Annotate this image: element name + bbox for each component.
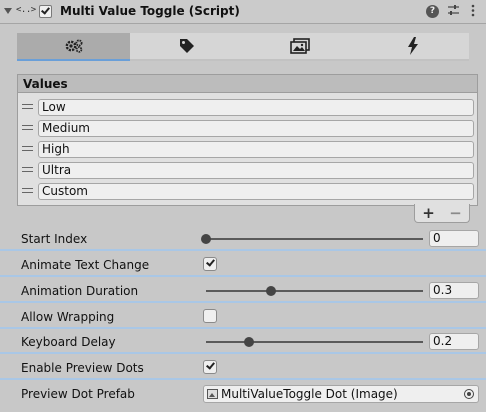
checkmark-icon [206, 257, 215, 267]
preview-dot-prefab-field[interactable]: MultiValueToggle Dot (Image) [203, 385, 479, 403]
prop-enable-preview-dots: Enable Preview Dots [0, 356, 486, 380]
values-list: Values Low Medium High Ultra Custom [17, 74, 478, 206]
tab-settings[interactable] [17, 33, 130, 61]
keyboard-delay-slider-track[interactable] [206, 341, 423, 343]
prop-allow-wrapping: Allow Wrapping [0, 305, 486, 329]
list-item: Medium [18, 118, 477, 139]
keyboard-delay-field[interactable]: 0.2 [429, 333, 479, 350]
tag-icon [179, 39, 194, 53]
tab-images[interactable] [243, 33, 356, 61]
animation-duration-slider-thumb[interactable] [266, 286, 277, 296]
row-separator [0, 378, 486, 380]
keyboard-delay-label: Keyboard Delay [21, 335, 116, 349]
preview-dot-prefab-label: Preview Dot Prefab [21, 387, 135, 401]
component-header: <..> Multi Value Toggle (Script) ? [0, 0, 486, 24]
values-list-header[interactable]: Values [18, 75, 477, 93]
inspector-tabs [17, 33, 469, 61]
drag-handle-icon[interactable] [22, 167, 33, 172]
lightning-icon [407, 37, 418, 55]
drag-handle-icon[interactable] [22, 146, 33, 151]
script-icon: <..> [16, 5, 36, 15]
row-separator [0, 275, 486, 277]
enable-preview-dots-checkbox[interactable] [203, 360, 217, 374]
component-title: Multi Value Toggle (Script) [60, 4, 240, 18]
value-field[interactable]: Medium [38, 120, 474, 137]
start-index-label: Start Index [21, 232, 88, 246]
drag-handle-icon[interactable] [22, 104, 33, 109]
animation-duration-label: Animation Duration [21, 284, 139, 298]
prop-start-index: Start Index 0 [0, 227, 486, 251]
row-separator [0, 327, 486, 329]
list-item: Low [18, 97, 477, 118]
images-icon [289, 38, 310, 54]
values-list-footer: + − [414, 204, 470, 223]
prop-animate-text-change: Animate Text Change [0, 253, 486, 277]
value-field[interactable]: Custom [38, 183, 474, 200]
preview-dot-prefab-value: MultiValueToggle Dot (Image) [221, 387, 398, 401]
drag-handle-icon[interactable] [22, 125, 33, 130]
tab-events[interactable] [356, 33, 469, 61]
allow-wrapping-label: Allow Wrapping [21, 310, 115, 324]
row-separator [0, 249, 486, 251]
list-item: Ultra [18, 160, 477, 181]
animate-text-change-checkbox[interactable] [203, 257, 217, 271]
animation-duration-field[interactable]: 0.3 [429, 282, 479, 299]
row-separator [0, 301, 486, 303]
list-item: High [18, 139, 477, 160]
animation-duration-slider-track[interactable] [206, 290, 423, 292]
drag-handle-icon[interactable] [22, 188, 33, 193]
row-separator [0, 352, 486, 354]
kebab-menu-icon[interactable] [466, 4, 480, 18]
animate-text-change-label: Animate Text Change [21, 258, 150, 272]
image-icon [207, 389, 218, 399]
allow-wrapping-checkbox[interactable] [203, 309, 217, 323]
list-item: Custom [18, 181, 477, 202]
gears-icon [65, 39, 82, 53]
prop-keyboard-delay: Keyboard Delay 0.2 [0, 330, 486, 354]
checkmark-icon [206, 360, 215, 370]
help-icon[interactable]: ? [426, 5, 439, 18]
value-field[interactable]: Low [38, 99, 474, 116]
tab-tag[interactable] [130, 33, 243, 61]
start-index-slider-thumb[interactable] [201, 234, 211, 244]
foldout-arrow-icon[interactable] [4, 8, 12, 14]
remove-item-button[interactable]: − [447, 205, 465, 221]
value-field[interactable]: High [38, 141, 474, 158]
presets-icon[interactable] [446, 4, 460, 18]
value-field[interactable]: Ultra [38, 162, 474, 179]
prop-animation-duration: Animation Duration 0.3 [0, 279, 486, 303]
checkmark-icon [41, 5, 50, 15]
start-index-field[interactable]: 0 [429, 230, 479, 247]
start-index-slider-track[interactable] [206, 238, 423, 240]
add-item-button[interactable]: + [420, 205, 438, 221]
prop-preview-dot-prefab: Preview Dot Prefab MultiValueToggle Dot … [0, 382, 486, 406]
object-picker-icon[interactable] [464, 389, 474, 399]
component-enabled-checkbox[interactable] [39, 5, 52, 18]
enable-preview-dots-label: Enable Preview Dots [21, 361, 144, 375]
keyboard-delay-slider-thumb[interactable] [244, 337, 255, 347]
